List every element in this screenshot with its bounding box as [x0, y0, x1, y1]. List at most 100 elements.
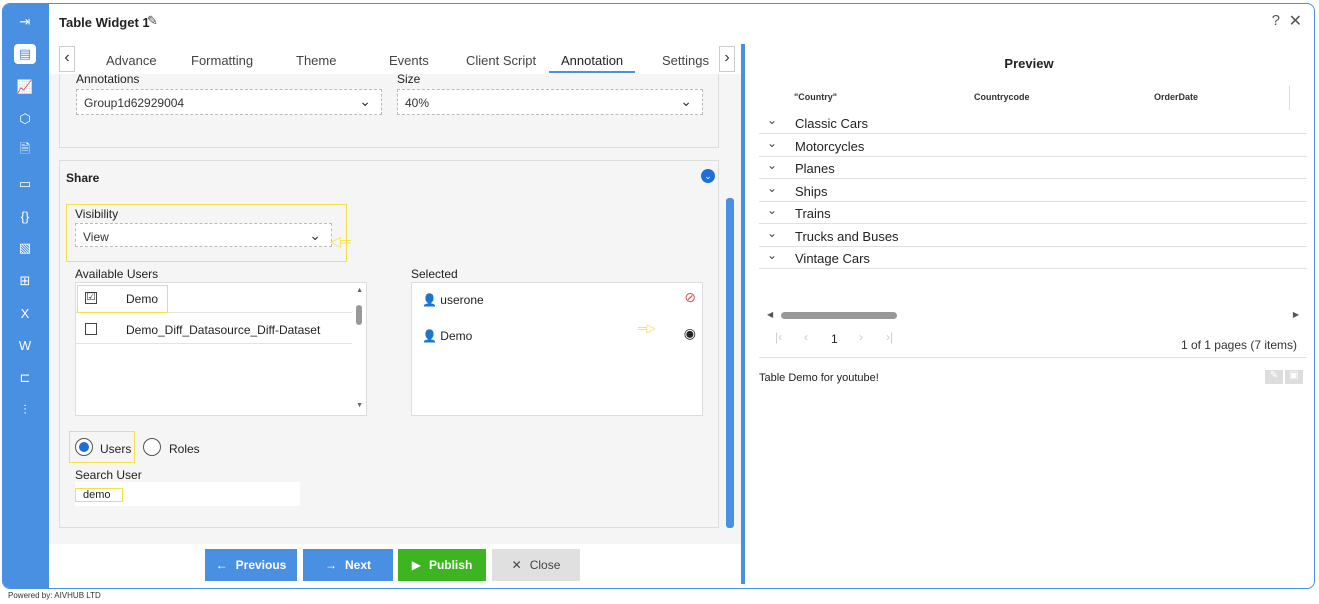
group-row[interactable]: ⌄ Planes: [759, 157, 1307, 179]
eye-icon[interactable]: ◉: [684, 325, 696, 342]
help-icon[interactable]: ?: [1272, 12, 1280, 29]
id-card-icon[interactable]: ▭: [14, 174, 36, 194]
visibility-label: Visibility: [75, 207, 119, 221]
tab-events[interactable]: Events: [389, 53, 429, 68]
tab-annotation[interactable]: Annotation: [561, 53, 623, 68]
next-button[interactable]: → Next: [303, 549, 393, 581]
tab-settings[interactable]: Settings: [662, 53, 709, 68]
available-users-list[interactable]: ☑ Demo Demo_Diff_Datasource_Diff-Dataset…: [75, 282, 367, 416]
app-window: ⇥ ▤ 📈 ⬡ 🗎 ▭ {} ▧ ⊞ X W ⊏ ⫶ Table Widget …: [2, 3, 1315, 589]
scroll-up-icon[interactable]: ▲: [356, 287, 363, 294]
table-widget-icon[interactable]: ▤: [14, 44, 36, 64]
tab-formatting[interactable]: Formatting: [191, 53, 253, 68]
chevron-down-icon[interactable]: ⌄: [767, 113, 777, 127]
chart-icon[interactable]: 📈: [14, 77, 36, 97]
size-label: Size: [397, 74, 421, 86]
left-sidebar: ⇥ ▤ 📈 ⬡ 🗎 ▭ {} ▧ ⊞ X W ⊏ ⫶: [3, 4, 49, 588]
image-icon[interactable]: ▧: [14, 238, 36, 258]
close-icon: ✕: [511, 558, 522, 572]
previous-button[interactable]: ← Previous: [205, 549, 297, 581]
list-item[interactable]: Demo_Diff_Datasource_Diff-Dataset: [76, 314, 352, 344]
column-header[interactable]: OrderDate: [1154, 92, 1198, 102]
group-row[interactable]: ⌄ Trucks and Buses: [759, 225, 1307, 247]
page-info: 1 of 1 pages (7 items): [1180, 338, 1297, 352]
chevron-down-icon[interactable]: ⌄: [767, 158, 777, 172]
selected-users-list: 👤 userone ⊘ 👤 Demo ═▷ ◉: [411, 282, 703, 416]
chevron-down-icon[interactable]: ⌄: [767, 203, 777, 217]
annotations-card: Annotations Size Group1d62929004 ⌄ 40% ⌄: [59, 74, 719, 148]
edit-title-icon[interactable]: ✎: [147, 13, 158, 29]
grid-icon[interactable]: ⊞: [14, 271, 36, 291]
arrow-left-icon: ←: [215, 558, 228, 572]
scroll-right-icon[interactable]: ▶: [1293, 310, 1299, 319]
group-row[interactable]: ⌄ Ships: [759, 180, 1307, 202]
document-icon[interactable]: 🗎: [14, 141, 36, 161]
chevron-down-icon: ⌄: [680, 93, 692, 109]
chevron-down-icon[interactable]: ⌄: [767, 248, 777, 262]
tab-scroll-right-button[interactable]: ›: [719, 46, 735, 72]
publish-button[interactable]: ▶ Publish: [398, 549, 486, 581]
user-icon: 👤: [422, 329, 437, 343]
preview-panel: Preview "Country" Countrycode OrderDate …: [745, 44, 1313, 584]
chevron-down-icon: ⌄: [309, 227, 321, 243]
word-icon[interactable]: W: [14, 335, 36, 355]
tab-theme[interactable]: Theme: [296, 53, 336, 68]
save-note-icon[interactable]: ▣: [1285, 370, 1303, 384]
close-button[interactable]: ✕ Close: [492, 549, 580, 581]
column-header[interactable]: Countrycode: [974, 92, 1030, 102]
users-radio[interactable]: [75, 438, 93, 456]
annotation-arrow-icon: ═▷: [638, 321, 656, 335]
column-divider: [1289, 86, 1290, 110]
group-row[interactable]: ⌄ Motorcycles: [759, 135, 1307, 157]
last-page-icon[interactable]: ›|: [886, 330, 893, 344]
prev-page-icon[interactable]: ‹: [804, 330, 808, 344]
column-header[interactable]: "Country": [794, 92, 837, 102]
panel-scrollbar[interactable]: [726, 198, 734, 528]
list-item: 👤 Demo: [422, 329, 473, 343]
annotation-arrow-icon: ◁═: [330, 233, 351, 249]
close-window-icon[interactable]: ✕: [1289, 11, 1302, 31]
scroll-down-icon[interactable]: ▼: [356, 402, 363, 409]
next-page-icon[interactable]: ›: [859, 330, 863, 344]
chevron-down-icon[interactable]: ⌄: [767, 181, 777, 195]
collapse-icon[interactable]: ⌄: [701, 169, 715, 183]
group-row[interactable]: ⌄ Classic Cars: [759, 112, 1307, 134]
shapes-icon[interactable]: ⬡: [14, 109, 36, 129]
demo-highlight: [77, 285, 168, 313]
search-user-label: Search User: [75, 468, 142, 482]
list-scrollbar[interactable]: [356, 305, 362, 325]
exit-icon[interactable]: ⇥: [14, 12, 36, 32]
settings-panel: Annotations Size Group1d62929004 ⌄ 40% ⌄…: [49, 74, 741, 544]
bar-chart-icon[interactable]: ⫶: [14, 400, 36, 420]
active-tab-underline: [549, 71, 635, 73]
tab-scroll-left-button[interactable]: ‹: [59, 46, 75, 72]
horizontal-scrollbar[interactable]: [781, 312, 897, 319]
widget-header: Table Widget 1 ✎ ? ✕: [49, 4, 1314, 40]
annotations-label: Annotations: [76, 74, 140, 86]
page-number[interactable]: 1: [831, 332, 838, 346]
visibility-select[interactable]: View ⌄: [75, 223, 332, 247]
group-row[interactable]: ⌄ Trains: [759, 202, 1307, 224]
user-icon: 👤: [422, 293, 437, 307]
eye-slash-icon[interactable]: ⊘: [684, 289, 696, 306]
braces-icon[interactable]: {}: [14, 206, 36, 226]
scroll-left-icon[interactable]: ◀: [767, 310, 773, 319]
excel-icon[interactable]: X: [14, 303, 36, 323]
tab-advance[interactable]: Advance: [106, 53, 157, 68]
hierarchy-icon[interactable]: ⊏: [14, 368, 36, 388]
first-page-icon[interactable]: |‹: [775, 330, 782, 344]
roles-radio[interactable]: [143, 438, 161, 456]
search-user-input[interactable]: demo: [75, 482, 300, 506]
widget-title: Table Widget 1: [59, 15, 150, 30]
list-item: 👤 userone: [422, 293, 484, 307]
size-select[interactable]: 40% ⌄: [397, 89, 703, 115]
edit-note-icon[interactable]: ✎: [1265, 370, 1283, 384]
group-row[interactable]: ⌄ Vintage Cars: [759, 247, 1307, 269]
annotations-select[interactable]: Group1d62929004 ⌄: [76, 89, 382, 115]
tab-client-script[interactable]: Client Script: [466, 53, 536, 68]
checkbox[interactable]: [85, 323, 97, 335]
chevron-down-icon[interactable]: ⌄: [767, 226, 777, 240]
powered-by: Powered by: AIVHUB LTD: [8, 591, 101, 600]
chevron-down-icon[interactable]: ⌄: [767, 136, 777, 150]
share-title: Share: [66, 171, 100, 185]
